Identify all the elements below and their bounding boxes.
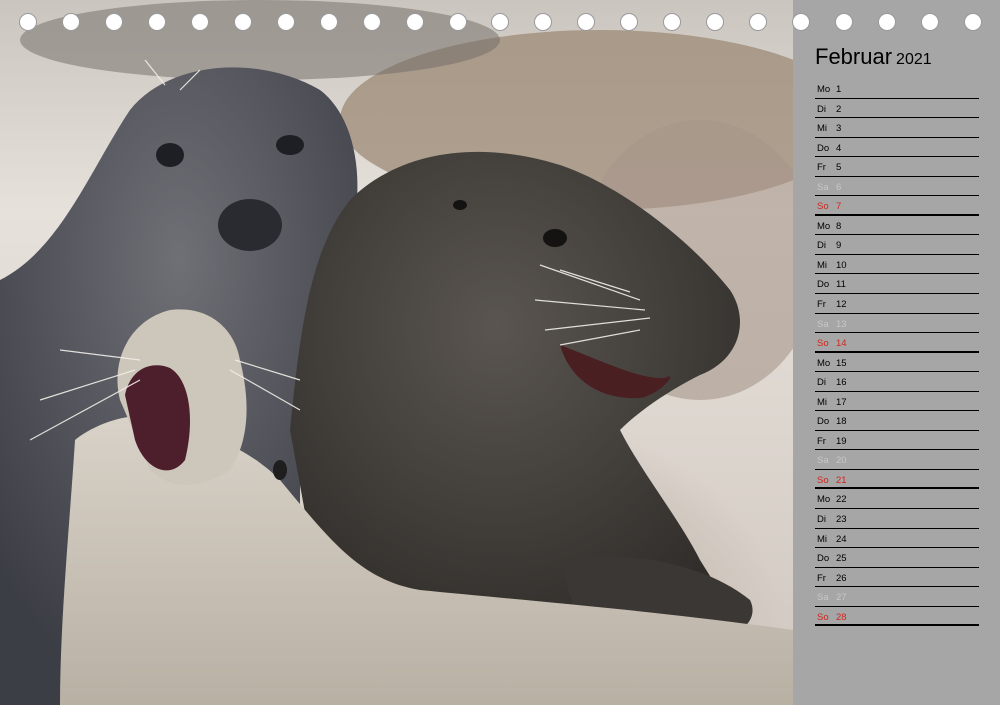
day-list: Mo 1 Di 2 Mi 3 Do 4 Fr 5 Sa 6 So 7 Mo 8 Di 9 Mi 10 Do 11 Fr 12 S… — [815, 79, 979, 627]
day-row: Mo 1 — [815, 79, 979, 99]
day-number: 17 — [836, 396, 847, 408]
day-number: 5 — [836, 162, 842, 174]
day-number: 12 — [836, 299, 847, 311]
day-number: 4 — [836, 142, 842, 154]
weekday-label: Mo — [817, 357, 831, 369]
weekday-label: Fr — [817, 572, 826, 584]
day-number: 22 — [836, 494, 847, 506]
weekday-label: Mi — [817, 259, 828, 271]
weekday-label: Sa — [817, 181, 829, 193]
day-number: 26 — [836, 572, 847, 584]
day-row: Fr 19 — [815, 431, 979, 451]
month-title: Februar 2021 — [815, 44, 932, 70]
seal-illustration — [0, 0, 793, 705]
weekday-label: Di — [817, 514, 826, 526]
day-number: 24 — [836, 533, 847, 545]
weekday-label: Fr — [817, 162, 826, 174]
day-row: Mi 10 — [815, 255, 979, 275]
weekday-label: Di — [817, 103, 826, 115]
weekday-label: Mo — [817, 84, 831, 95]
weekday-label: Sa — [817, 455, 829, 467]
day-row: So 7 — [815, 196, 979, 216]
day-number: 28 — [836, 611, 847, 623]
weekday-label: Fr — [817, 299, 826, 311]
day-number: 1 — [836, 84, 842, 95]
weekday-label: So — [817, 338, 829, 350]
day-number: 7 — [836, 201, 842, 213]
weekday-label: Mo — [817, 494, 831, 506]
weekday-label: Do — [817, 279, 830, 291]
weekday-label: Sa — [817, 592, 829, 604]
year-label: 2021 — [896, 51, 932, 68]
weekday-label: Mo — [817, 220, 831, 232]
day-row: Sa 27 — [815, 587, 979, 607]
day-number: 21 — [836, 474, 847, 486]
day-number: 25 — [836, 553, 847, 565]
day-number: 11 — [836, 279, 846, 291]
day-number: 2 — [836, 103, 842, 115]
day-row: Di 16 — [815, 372, 979, 392]
weekday-label: So — [817, 611, 829, 623]
weekday-label: Di — [817, 240, 826, 252]
day-row: Sa 20 — [815, 450, 979, 470]
day-row: Sa 13 — [815, 314, 979, 334]
day-row: So 14 — [815, 333, 979, 353]
day-number: 27 — [836, 592, 847, 604]
day-number: 15 — [836, 357, 847, 369]
day-row: Di 2 — [815, 99, 979, 119]
day-row: Mi 24 — [815, 529, 979, 549]
day-number: 14 — [836, 338, 847, 350]
day-row: Sa 6 — [815, 177, 979, 197]
day-number: 13 — [836, 318, 847, 330]
weekday-label: Fr — [817, 435, 826, 447]
day-number: 18 — [836, 416, 847, 428]
day-row: Fr 12 — [815, 294, 979, 314]
day-row: Mo 22 — [815, 489, 979, 510]
day-number: 9 — [836, 240, 842, 252]
weekday-label: Di — [817, 377, 826, 389]
month-name: Februar — [815, 44, 893, 69]
weekday-label: Sa — [817, 318, 829, 330]
day-row: Do 11 — [815, 274, 979, 295]
day-row: Mo 8 — [815, 216, 979, 236]
weekday-label: So — [817, 474, 829, 486]
day-number: 3 — [836, 123, 842, 135]
seal-photo — [0, 0, 793, 705]
weekday-label: Mi — [817, 533, 828, 545]
day-row: Fr 26 — [815, 568, 979, 588]
weekday-label: Do — [817, 553, 830, 565]
day-row: Mi 3 — [815, 118, 979, 138]
day-row: Do 4 — [815, 138, 979, 158]
weekday-label: Do — [817, 142, 830, 154]
day-row: Di 23 — [815, 509, 979, 529]
day-number: 6 — [836, 181, 842, 193]
day-row: So 21 — [815, 470, 979, 490]
day-number: 23 — [836, 514, 847, 526]
day-row: Fr 5 — [815, 157, 979, 177]
day-row: So 28 — [815, 607, 979, 627]
weekday-label: So — [817, 201, 829, 213]
day-row: Mi 17 — [815, 392, 979, 412]
weekday-label: Do — [817, 416, 830, 428]
weekday-label: Mi — [817, 396, 828, 408]
day-number: 10 — [836, 259, 847, 271]
day-row: Mo 15 — [815, 353, 979, 373]
day-number: 19 — [836, 435, 847, 447]
day-row: Do 25 — [815, 548, 979, 568]
day-number: 8 — [836, 220, 842, 232]
day-number: 20 — [836, 455, 847, 467]
day-row: Di 9 — [815, 235, 979, 255]
day-number: 16 — [836, 377, 847, 389]
weekday-label: Mi — [817, 123, 828, 135]
day-row: Do 18 — [815, 411, 979, 431]
